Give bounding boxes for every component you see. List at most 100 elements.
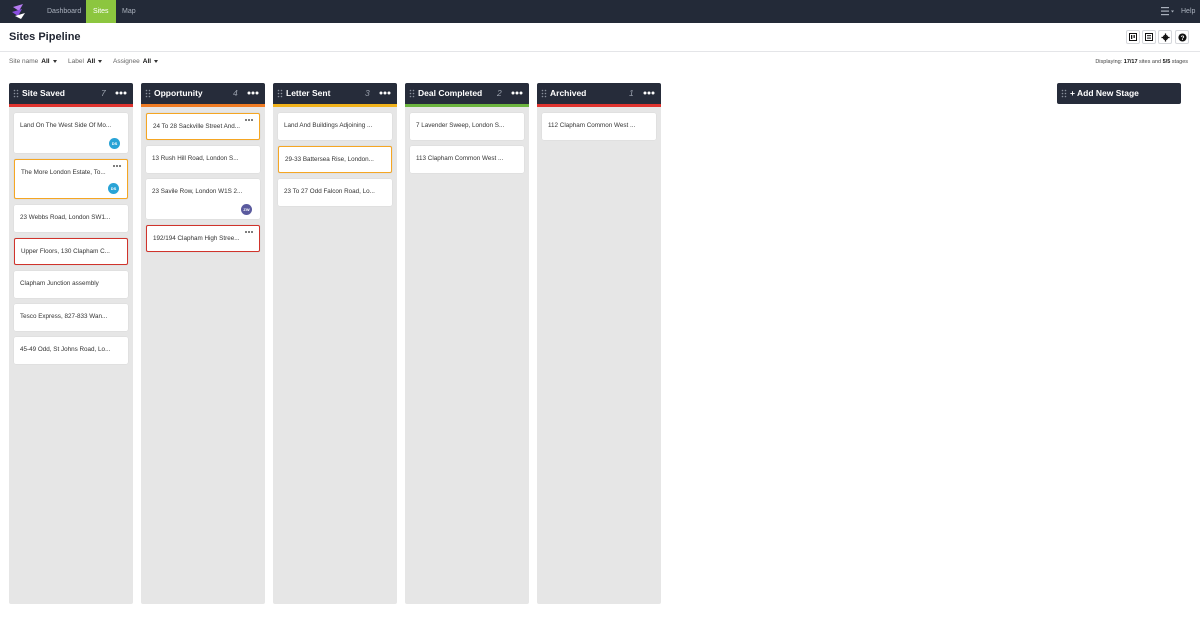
drag-handle-icon: [145, 89, 151, 98]
caret-down-icon: [98, 59, 103, 63]
drag-handle-icon: [13, 89, 19, 98]
column-header[interactable]: Opportunity 4: [141, 83, 265, 104]
site-card-title: 112 Clapham Common West ...: [548, 122, 636, 129]
assignee-avatar[interactable]: ZW: [241, 204, 252, 215]
card-more-icon[interactable]: [244, 117, 254, 123]
column-color-strip: [9, 104, 133, 107]
hamburger-menu-icon[interactable]: [1160, 5, 1176, 17]
column-count: 3: [365, 88, 370, 98]
site-card-title: 7 Lavender Sweep, London S...: [416, 122, 505, 129]
caret-down-icon: [52, 59, 57, 63]
column-color-strip: [273, 104, 397, 107]
column-color-strip: [405, 104, 529, 107]
column-color-strip: [537, 104, 661, 107]
filter-site-name[interactable]: Site name All: [9, 58, 57, 65]
site-card[interactable]: Upper Floors, 130 Clapham C...: [14, 238, 128, 265]
nav-sites[interactable]: Sites: [86, 0, 116, 23]
column-color-strip: [141, 104, 265, 107]
board-view-icon: [1129, 33, 1137, 41]
displaying-summary: Displaying: 17/17 sites and 5/5 stages: [1095, 59, 1188, 65]
add-new-stage-button[interactable]: + Add New Stage: [1057, 83, 1181, 104]
column-header[interactable]: Archived 1: [537, 83, 661, 104]
site-card[interactable]: 113 Clapham Common West ...: [410, 146, 524, 173]
site-card[interactable]: Tesco Express, 827-833 Wan...: [14, 304, 128, 331]
pipeline-column: Deal Completed 2 7 Lavender Sweep, London …: [405, 83, 529, 604]
summary-mid: sites and: [1137, 59, 1163, 65]
pipeline-column: Site Saved 7 Land On The West Side Of Mo..…: [9, 83, 133, 604]
summary-suffix: stages: [1170, 59, 1188, 65]
card-more-icon[interactable]: [112, 163, 122, 169]
site-card[interactable]: Land On The West Side Of Mo... DS: [14, 113, 128, 153]
nav-dashboard[interactable]: Dashboard: [40, 0, 88, 23]
filter-label[interactable]: Label All: [68, 58, 103, 65]
site-card[interactable]: 24 To 28 Sackville Street And...: [146, 113, 260, 140]
more-options-icon[interactable]: [246, 87, 260, 99]
site-card[interactable]: 192/194 Clapham High Stree...: [146, 225, 260, 252]
site-card[interactable]: 13 Rush Hill Road, London S...: [146, 146, 260, 173]
caret-down-icon: [154, 59, 159, 63]
column-title: Letter Sent: [286, 88, 331, 98]
svg-text:?: ?: [1180, 34, 1184, 41]
site-card-title: 23 Webbs Road, London SW1...: [20, 214, 111, 221]
site-card-title: Tesco Express, 827-833 Wan...: [20, 313, 108, 320]
site-card[interactable]: 45-49 Odd, St Johns Road, Lo...: [14, 337, 128, 364]
more-options-icon[interactable]: [378, 87, 392, 99]
column-count: 1: [629, 88, 634, 98]
site-card[interactable]: 29-33 Battersea Rise, London...: [278, 146, 392, 173]
summary-prefix: Displaying:: [1095, 59, 1124, 65]
site-card[interactable]: Land And Buildings Adjoining ...: [278, 113, 392, 140]
filter-label: Label: [68, 58, 84, 65]
filter-value: All: [86, 58, 96, 65]
top-nav: Dashboard Sites Map Help: [0, 0, 1200, 23]
title-divider: [0, 51, 1200, 52]
site-card[interactable]: 23 Webbs Road, London SW1...: [14, 205, 128, 232]
drag-handle-icon: [409, 89, 415, 98]
column-header[interactable]: Site Saved 7: [9, 83, 133, 104]
card-more-icon[interactable]: [244, 229, 254, 235]
site-card[interactable]: 7 Lavender Sweep, London S...: [410, 113, 524, 140]
column-count: 7: [101, 88, 106, 98]
page-title: Sites Pipeline: [9, 31, 81, 43]
site-card-title: Land On The West Side Of Mo...: [20, 122, 112, 129]
filter-label: Site name: [9, 58, 39, 65]
column-header[interactable]: Deal Completed 2: [405, 83, 529, 104]
filter-assignee[interactable]: Assignee All: [113, 58, 159, 65]
board-view-button[interactable]: [1126, 30, 1140, 44]
app-logo-icon[interactable]: [10, 3, 27, 20]
column-title: Deal Completed: [418, 88, 483, 98]
more-options-icon[interactable]: [114, 87, 128, 99]
help-button[interactable]: ?: [1175, 30, 1189, 44]
site-card[interactable]: Clapham Junction assembly: [14, 271, 128, 298]
assignee-avatar[interactable]: DS: [109, 138, 120, 149]
drag-handle-icon: [1061, 89, 1067, 98]
list-view-button[interactable]: [1142, 30, 1156, 44]
filter-value: All: [142, 58, 152, 65]
settings-button[interactable]: [1158, 30, 1172, 44]
site-card-title: 24 To 28 Sackville Street And...: [153, 123, 241, 130]
site-card-title: The More London Estate, To...: [21, 169, 106, 176]
column-header[interactable]: Letter Sent 3: [273, 83, 397, 104]
site-card-title: Clapham Junction assembly: [20, 280, 99, 287]
column-count: 2: [497, 88, 502, 98]
nav-map[interactable]: Map: [115, 0, 143, 23]
drag-handle-icon: [277, 89, 283, 98]
site-card[interactable]: 23 Savile Row, London W1S 2... ZW: [146, 179, 260, 219]
assignee-avatar[interactable]: DS: [108, 183, 119, 194]
site-card[interactable]: 112 Clapham Common West ...: [542, 113, 656, 140]
pipeline-column: Opportunity 4 24 To 28 Sackville Street An…: [141, 83, 265, 604]
site-card-title: 29-33 Battersea Rise, London...: [285, 156, 374, 163]
gear-icon: [1160, 32, 1170, 42]
more-options-icon[interactable]: [510, 87, 524, 99]
site-card[interactable]: 23 To 27 Odd Falcon Road, Lo...: [278, 179, 392, 206]
list-view-icon: [1145, 33, 1153, 41]
pipeline-column: Letter Sent 3 Land And Buildings Adjoining…: [273, 83, 397, 604]
filter-value: All: [41, 58, 50, 65]
site-card-title: 45-49 Odd, St Johns Road, Lo...: [20, 346, 111, 353]
nav-help[interactable]: Help: [1181, 0, 1195, 23]
more-options-icon[interactable]: [642, 87, 656, 99]
site-card-title: Land And Buildings Adjoining ...: [284, 122, 373, 129]
summary-sites: 17/17: [1123, 59, 1138, 65]
column-title: Opportunity: [154, 88, 203, 98]
filter-label: Assignee: [113, 58, 140, 65]
site-card[interactable]: The More London Estate, To... DS: [14, 159, 128, 199]
